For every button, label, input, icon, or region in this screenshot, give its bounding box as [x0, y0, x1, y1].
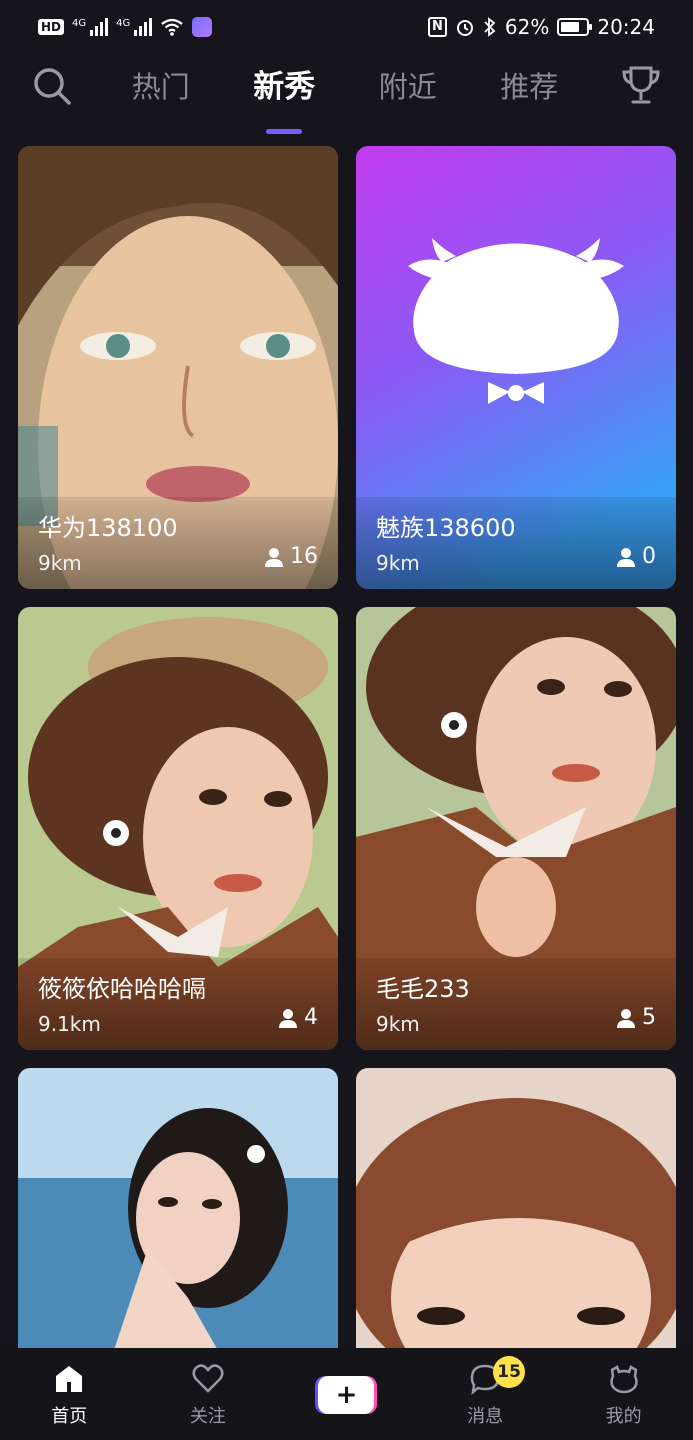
person-icon [617, 1008, 635, 1028]
viewer-count: 16 [264, 544, 318, 569]
heart-icon [192, 1364, 224, 1393]
status-right: N 62% 20:24 [428, 15, 655, 39]
user-name: 魅族138600 [376, 514, 516, 542]
user-distance: 9km [38, 551, 82, 575]
network-type-1: 4G [72, 18, 87, 29]
network-type-2: 4G [116, 18, 131, 29]
user-distance: 9.1km [38, 1012, 101, 1036]
hd-icon: HD [38, 19, 65, 35]
user-distance: 9km [376, 1012, 420, 1036]
nav-mine[interactable]: 我的 [574, 1362, 674, 1428]
user-card[interactable] [18, 1068, 338, 1368]
tab-nearby[interactable]: 附近 [365, 58, 451, 128]
nav-messages-label: 消息 [467, 1406, 504, 1427]
nav-home[interactable]: 首页 [19, 1362, 119, 1428]
user-card[interactable]: 筱筱依哈哈哈嗝 9.1km 4 [18, 607, 338, 1050]
viewer-count: 5 [616, 1005, 656, 1030]
app-notification-icon [192, 17, 213, 37]
signal-icon: 4G [72, 18, 109, 36]
viewer-count-value: 5 [642, 1005, 656, 1030]
wifi-icon [161, 18, 183, 36]
category-tabs: 热门 新秀 附近 推荐 [100, 58, 590, 128]
nav-follow-label: 关注 [189, 1406, 226, 1427]
person-icon [279, 1008, 297, 1028]
user-name: 华为138100 [38, 514, 178, 542]
search-icon[interactable] [32, 66, 72, 106]
battery-icon [557, 18, 593, 36]
user-card[interactable]: 毛毛233 9km 5 [356, 607, 676, 1050]
nav-messages[interactable]: 15 消息 [435, 1356, 535, 1428]
tab-hot[interactable]: 热门 [118, 58, 204, 128]
person-icon [617, 547, 635, 567]
messages-badge: 15 [493, 1356, 526, 1388]
alarm-icon [456, 20, 473, 36]
user-card[interactable] [356, 1068, 676, 1368]
user-photo [356, 1068, 676, 1368]
viewer-count-value: 4 [304, 1005, 318, 1030]
bluetooth-icon [484, 17, 496, 37]
signal-icon-2: 4G [116, 18, 153, 36]
trophy-icon[interactable] [620, 64, 662, 108]
user-card[interactable]: 魅族138600 9km 0 [356, 146, 676, 589]
user-name: 毛毛233 [376, 975, 470, 1003]
nfc-icon: N [428, 17, 447, 37]
bottom-nav: 首页 关注 + 15 消息 我的 [0, 1348, 693, 1440]
nav-home-label: 首页 [51, 1406, 88, 1427]
viewer-count-value: 0 [642, 544, 656, 569]
nav-follow[interactable]: 关注 [158, 1362, 258, 1428]
clock: 20:24 [597, 15, 655, 39]
tab-new[interactable]: 新秀 [239, 58, 329, 128]
top-bar: 热门 新秀 附近 推荐 [0, 58, 693, 134]
user-name: 筱筱依哈哈哈嗝 [38, 975, 206, 1003]
viewer-count: 4 [278, 1005, 318, 1030]
user-card[interactable]: 华为138100 9km 16 [18, 146, 338, 589]
viewer-count: 0 [616, 544, 656, 569]
tab-recommend[interactable]: 推荐 [486, 58, 572, 128]
nav-mine-label: 我的 [605, 1406, 642, 1427]
app-screen: HD 4G 4G N 62% 20:24 热门 新秀 附近 推荐 华为13810… [0, 0, 693, 1440]
status-left: HD 4G 4G [38, 17, 213, 37]
cat-face-icon [609, 1365, 638, 1394]
home-icon [56, 1366, 83, 1392]
battery-percent: 62% [504, 15, 550, 39]
user-distance: 9km [376, 551, 420, 575]
create-post-button[interactable]: + [318, 1376, 375, 1414]
viewer-count-value: 16 [290, 544, 318, 569]
person-icon [265, 547, 283, 567]
user-photo [18, 1068, 338, 1368]
status-bar: HD 4G 4G N 62% 20:24 [0, 0, 693, 54]
nav-create[interactable]: + [296, 1362, 396, 1414]
